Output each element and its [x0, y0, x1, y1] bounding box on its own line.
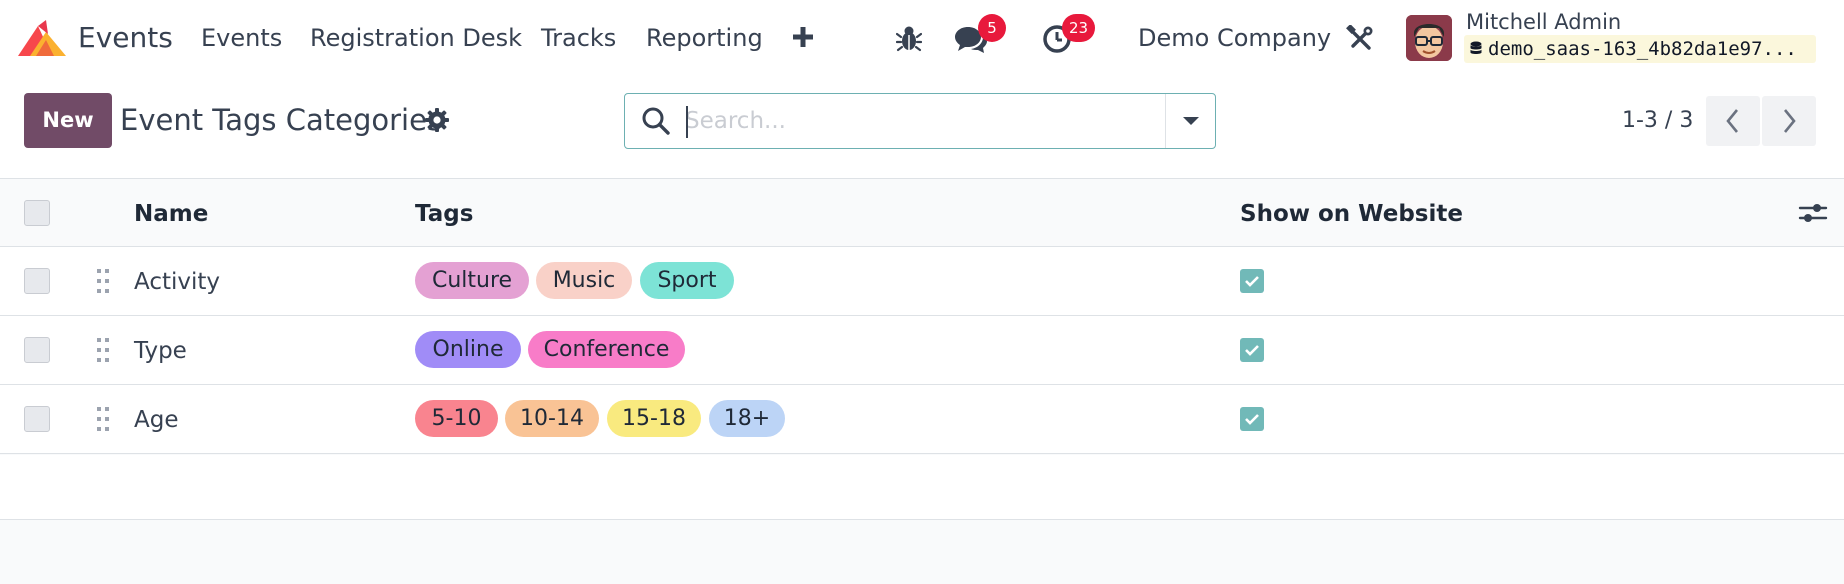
empty-row-area [0, 455, 1844, 520]
gear-icon[interactable] [425, 108, 449, 132]
search-options-toggle[interactable] [1166, 94, 1216, 148]
show-on-website-checkbox[interactable] [1240, 407, 1264, 431]
database-indicator: demo_saas-163_4b82da1e97... [1464, 35, 1816, 63]
tag-chip: Sport [640, 262, 734, 299]
database-name: demo_saas-163_4b82da1e97... [1488, 38, 1797, 60]
tag-chip: 10-14 [505, 400, 599, 437]
tools-icon[interactable] [1346, 25, 1374, 53]
column-header-show-on-website[interactable]: Show on Website [1240, 199, 1463, 229]
column-header-name[interactable]: Name [134, 199, 208, 229]
new-button[interactable]: New [24, 93, 112, 148]
user-name[interactable]: Mitchell Admin [1466, 8, 1621, 36]
table-row[interactable]: Type Online Conference [0, 316, 1844, 385]
menu-reporting[interactable]: Reporting [646, 20, 763, 56]
row-checkbox[interactable] [24, 406, 50, 432]
caret-down-icon [1183, 117, 1199, 125]
plus-icon[interactable] [790, 22, 816, 52]
search-icon [642, 107, 670, 135]
row-name[interactable]: Activity [134, 266, 220, 298]
row-name[interactable]: Age [134, 404, 178, 436]
menu-tracks[interactable]: Tracks [541, 20, 616, 56]
checkmark-icon [1245, 414, 1259, 425]
select-all-checkbox[interactable] [24, 200, 50, 226]
pager-value[interactable]: 1-3 / 3 [1622, 106, 1693, 136]
show-on-website-checkbox[interactable] [1240, 269, 1264, 293]
app-name[interactable]: Events [78, 20, 173, 56]
search-input[interactable] [685, 102, 1185, 140]
drag-handle-icon[interactable] [96, 406, 110, 432]
activities-badge: 23 [1062, 14, 1096, 42]
search-box [624, 93, 1216, 149]
table-row[interactable]: Activity Culture Music Sport [0, 247, 1844, 316]
events-app-logo-icon[interactable] [16, 18, 68, 58]
row-checkbox[interactable] [24, 268, 50, 294]
tag-chip: Music [536, 262, 632, 299]
tag-chip: 5-10 [415, 400, 498, 437]
checkmark-icon [1245, 345, 1259, 356]
checkmark-icon [1245, 276, 1259, 287]
row-name[interactable]: Type [134, 335, 187, 367]
pager-next-button[interactable] [1762, 96, 1816, 146]
menu-registration-desk[interactable]: Registration Desk [310, 20, 522, 56]
company-switcher[interactable]: Demo Company [1138, 20, 1331, 56]
tag-chip: Conference [528, 331, 685, 368]
chevron-right-icon [1783, 109, 1796, 133]
chevron-left-icon [1726, 109, 1739, 133]
main-navbar: Events Events Registration Desk Tracks R… [0, 0, 1844, 76]
column-header-tags[interactable]: Tags [415, 199, 473, 229]
table-header: Name Tags Show on Website [0, 178, 1844, 247]
list-view: Name Tags Show on Website Activity Cultu… [0, 178, 1844, 584]
bug-icon[interactable] [896, 24, 922, 52]
table-row[interactable]: Age 5-10 10-14 15-18 18+ [0, 385, 1844, 454]
page-title[interactable]: Event Tags Categories [120, 100, 442, 140]
control-panel: New Event Tags Categories 1-3 / 3 [0, 76, 1844, 178]
user-avatar[interactable] [1406, 15, 1452, 61]
optional-columns-icon[interactable] [1798, 199, 1828, 227]
drag-handle-icon[interactable] [96, 337, 110, 363]
database-icon [1470, 41, 1482, 54]
show-on-website-checkbox[interactable] [1240, 338, 1264, 362]
tag-chip: Online [415, 331, 521, 368]
tag-chip: 15-18 [607, 400, 701, 437]
row-checkbox[interactable] [24, 337, 50, 363]
menu-events[interactable]: Events [201, 20, 282, 56]
tag-chip: 18+ [709, 400, 785, 437]
tag-chip: Culture [415, 262, 529, 299]
drag-handle-icon[interactable] [96, 268, 110, 294]
text-cursor [686, 106, 688, 138]
messages-badge: 5 [978, 14, 1006, 42]
pager-previous-button[interactable] [1706, 96, 1760, 146]
